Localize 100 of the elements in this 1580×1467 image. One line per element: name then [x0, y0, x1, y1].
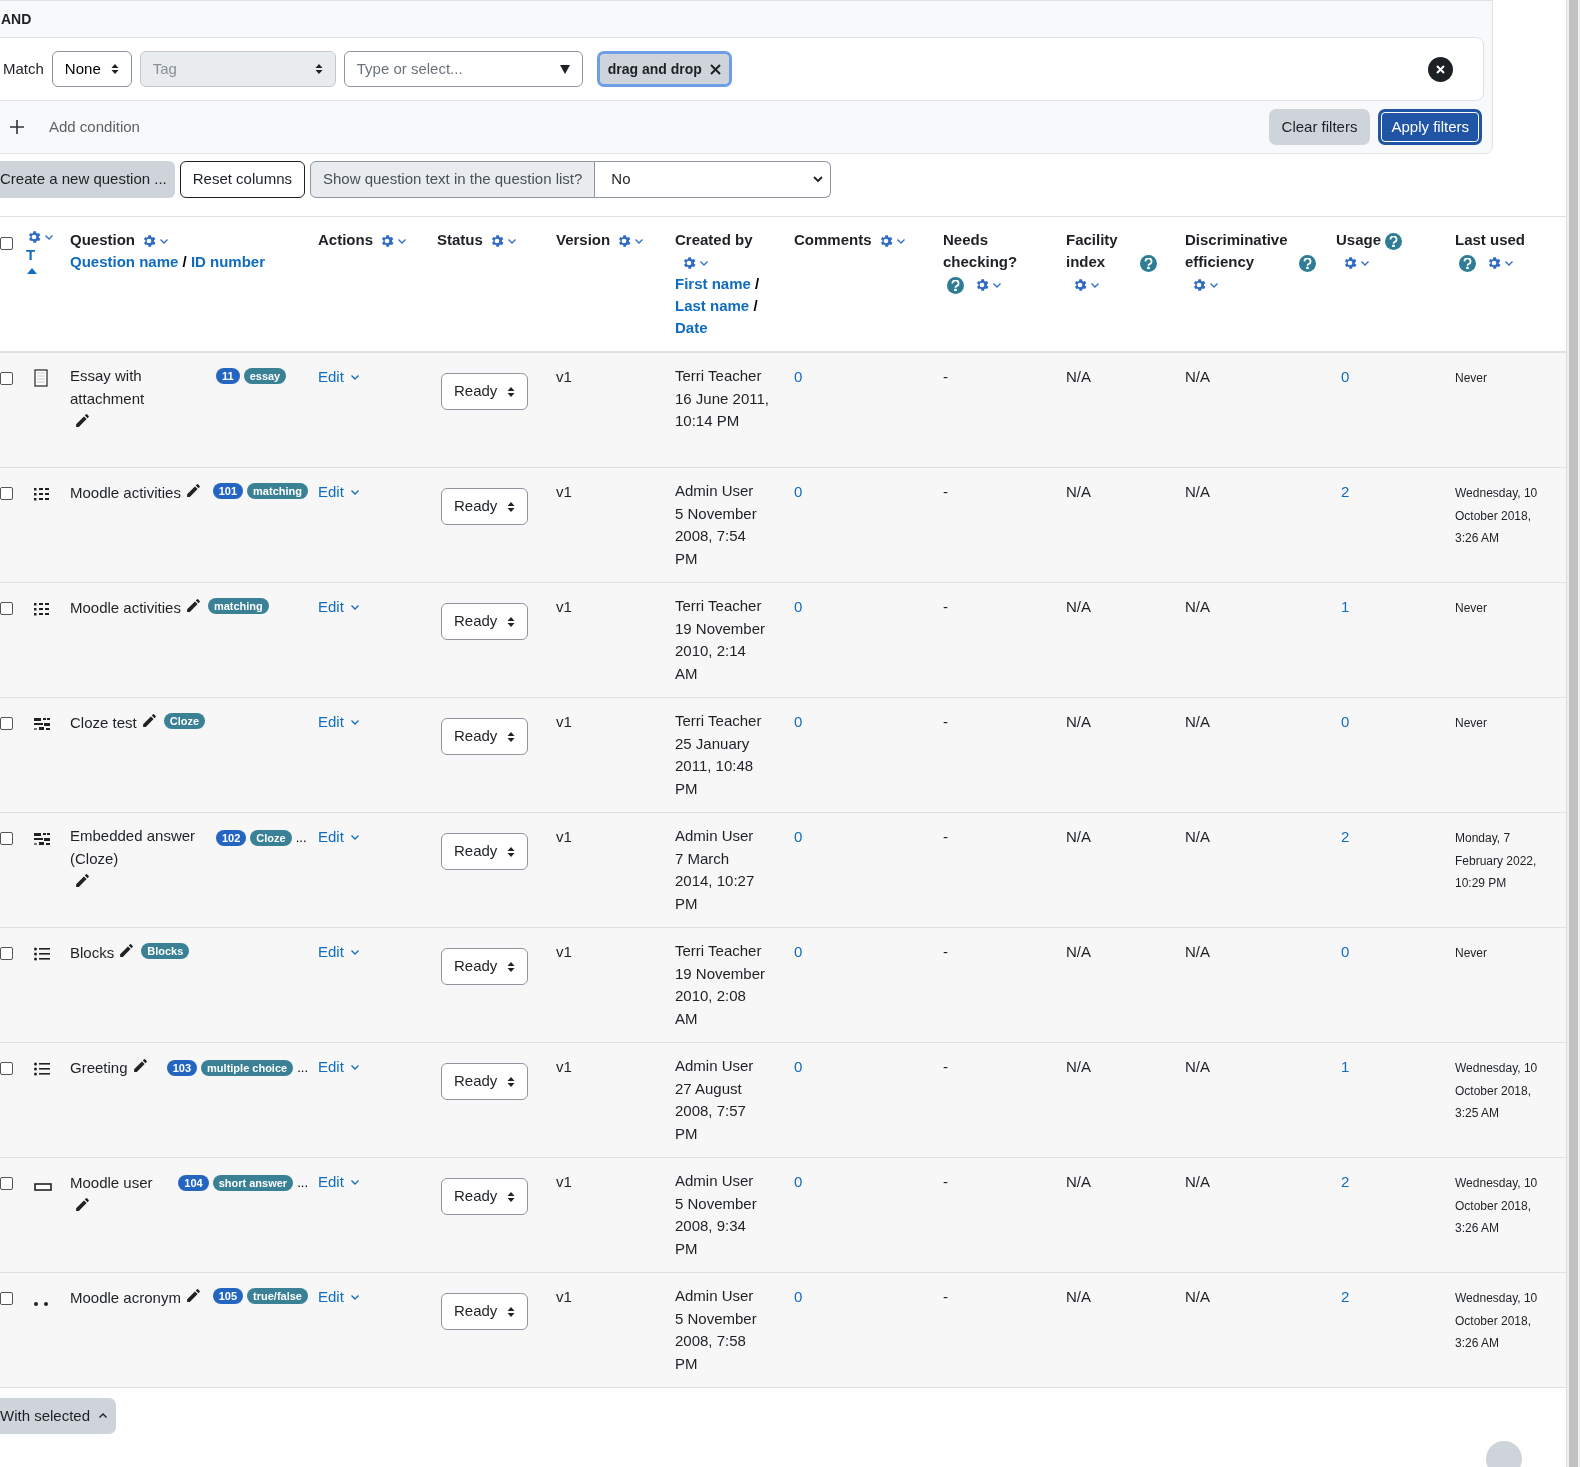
- comments-link[interactable]: 0: [794, 368, 803, 385]
- gear-menu[interactable]: [616, 233, 645, 250]
- remove-condition-button[interactable]: [1428, 56, 1453, 82]
- field-select[interactable]: Tag: [139, 51, 336, 87]
- id-number-badge: 101: [212, 483, 244, 499]
- checkbox[interactable]: [0, 602, 13, 615]
- usage-link[interactable]: 2: [1336, 1288, 1350, 1305]
- status-select[interactable]: Ready: [441, 373, 529, 410]
- blocks-icon: [34, 832, 50, 846]
- value-combobox[interactable]: Type or select...: [343, 51, 583, 87]
- reset-columns-button[interactable]: Reset columns: [179, 160, 305, 198]
- edit-menu[interactable]: Edit: [318, 596, 360, 619]
- match-select[interactable]: None: [51, 51, 132, 87]
- question-name: Moodle user: [70, 1172, 153, 1193]
- clear-filters-button[interactable]: Clear filters: [1268, 109, 1371, 145]
- help-icon[interactable]: [1459, 254, 1476, 272]
- usage-link[interactable]: 1: [1336, 598, 1350, 615]
- gear-menu[interactable]: [681, 255, 709, 272]
- usage-link[interactable]: 2: [1336, 1173, 1350, 1190]
- gear-menu[interactable]: [1486, 255, 1514, 272]
- gear-menu[interactable]: [26, 229, 54, 245]
- edit-menu[interactable]: Edit: [318, 711, 360, 734]
- edit-menu[interactable]: Edit: [318, 826, 360, 849]
- sort-link[interactable]: Last name: [675, 297, 750, 314]
- status-select[interactable]: Ready: [441, 1293, 529, 1330]
- checkbox[interactable]: [0, 947, 13, 960]
- edit-menu[interactable]: Edit: [318, 481, 360, 504]
- status-select[interactable]: Ready: [441, 1063, 529, 1100]
- comments-link[interactable]: 0: [794, 1288, 803, 1305]
- pencil-icon[interactable]: [184, 597, 202, 614]
- pencil-icon[interactable]: [184, 482, 202, 499]
- usage-link[interactable]: 0: [1336, 368, 1350, 385]
- usage-link[interactable]: 0: [1336, 713, 1350, 730]
- gear-menu[interactable]: [379, 233, 407, 250]
- help-icon[interactable]: [1140, 254, 1157, 272]
- comments-link[interactable]: 0: [794, 598, 803, 615]
- pencil-icon[interactable]: [184, 1287, 202, 1304]
- question-type-tag: Cloze: [250, 829, 292, 846]
- status-select[interactable]: Ready: [441, 488, 529, 525]
- gear-menu[interactable]: [974, 277, 1002, 294]
- pencil-icon[interactable]: [74, 412, 91, 429]
- question-type-tag: Cloze: [163, 713, 206, 729]
- checkbox[interactable]: [0, 1062, 13, 1075]
- edit-menu[interactable]: Edit: [318, 1171, 360, 1194]
- checkbox[interactable]: [0, 717, 13, 730]
- usage-link[interactable]: 0: [1336, 943, 1350, 960]
- show-text-select[interactable]: No: [595, 160, 832, 198]
- with-selected-button[interactable]: With selected: [0, 1398, 117, 1434]
- sort-link[interactable]: Date: [675, 319, 708, 336]
- gear-menu[interactable]: [1072, 277, 1100, 294]
- checkbox[interactable]: [0, 1177, 13, 1190]
- facility-index: N/A: [1066, 483, 1091, 500]
- edit-menu[interactable]: Edit: [318, 366, 360, 389]
- apply-filters-button[interactable]: Apply filters: [1378, 109, 1482, 145]
- edit-menu[interactable]: Edit: [318, 1056, 360, 1079]
- edit-menu[interactable]: Edit: [318, 1286, 360, 1309]
- gear-menu[interactable]: [1342, 255, 1370, 272]
- pencil-icon[interactable]: [131, 1057, 149, 1074]
- facility-index: N/A: [1066, 1058, 1091, 1075]
- comments-link[interactable]: 0: [794, 1173, 803, 1190]
- sort-link[interactable]: T: [26, 245, 36, 265]
- close-icon: [709, 63, 721, 75]
- help-icon[interactable]: [1299, 254, 1316, 272]
- help-icon[interactable]: [1385, 232, 1403, 250]
- sort-link[interactable]: Question name: [70, 253, 179, 270]
- gear-menu[interactable]: [141, 233, 169, 250]
- pencil-icon[interactable]: [118, 942, 136, 959]
- help-icon[interactable]: [947, 276, 964, 294]
- plus-icon[interactable]: [9, 119, 25, 135]
- checkbox[interactable]: [0, 487, 13, 500]
- checkbox[interactable]: [0, 1292, 13, 1305]
- status-select[interactable]: Ready: [441, 948, 529, 985]
- pencil-icon[interactable]: [74, 1196, 91, 1213]
- create-question-button[interactable]: Create a new question ...: [0, 160, 175, 198]
- edit-menu[interactable]: Edit: [318, 941, 360, 964]
- comments-link[interactable]: 0: [794, 1058, 803, 1075]
- list-icon: [34, 1062, 50, 1076]
- pencil-icon[interactable]: [140, 712, 158, 729]
- status-select[interactable]: Ready: [441, 603, 529, 640]
- needs-checking: -: [943, 828, 948, 845]
- checkbox[interactable]: [0, 832, 13, 845]
- comments-link[interactable]: 0: [794, 713, 803, 730]
- gear-menu[interactable]: [1191, 277, 1219, 294]
- usage-link[interactable]: 1: [1336, 1058, 1350, 1075]
- checkbox[interactable]: [0, 372, 13, 385]
- pencil-icon[interactable]: [74, 872, 91, 889]
- checkbox[interactable]: [0, 237, 13, 250]
- usage-link[interactable]: 2: [1336, 483, 1350, 500]
- status-select[interactable]: Ready: [441, 1178, 529, 1215]
- add-condition-link[interactable]: Add condition: [49, 115, 140, 139]
- comments-link[interactable]: 0: [794, 483, 803, 500]
- sort-link[interactable]: ID number: [190, 253, 266, 270]
- status-select[interactable]: Ready: [441, 718, 529, 755]
- created-by: Admin User: [675, 1286, 755, 1306]
- usage-link[interactable]: 2: [1336, 828, 1350, 845]
- comments-link[interactable]: 0: [794, 828, 803, 845]
- comments-link[interactable]: 0: [794, 943, 803, 960]
- tag-chip[interactable]: drag and drop: [596, 51, 732, 87]
- sort-link[interactable]: First name: [675, 275, 751, 292]
- status-select[interactable]: Ready: [441, 833, 529, 870]
